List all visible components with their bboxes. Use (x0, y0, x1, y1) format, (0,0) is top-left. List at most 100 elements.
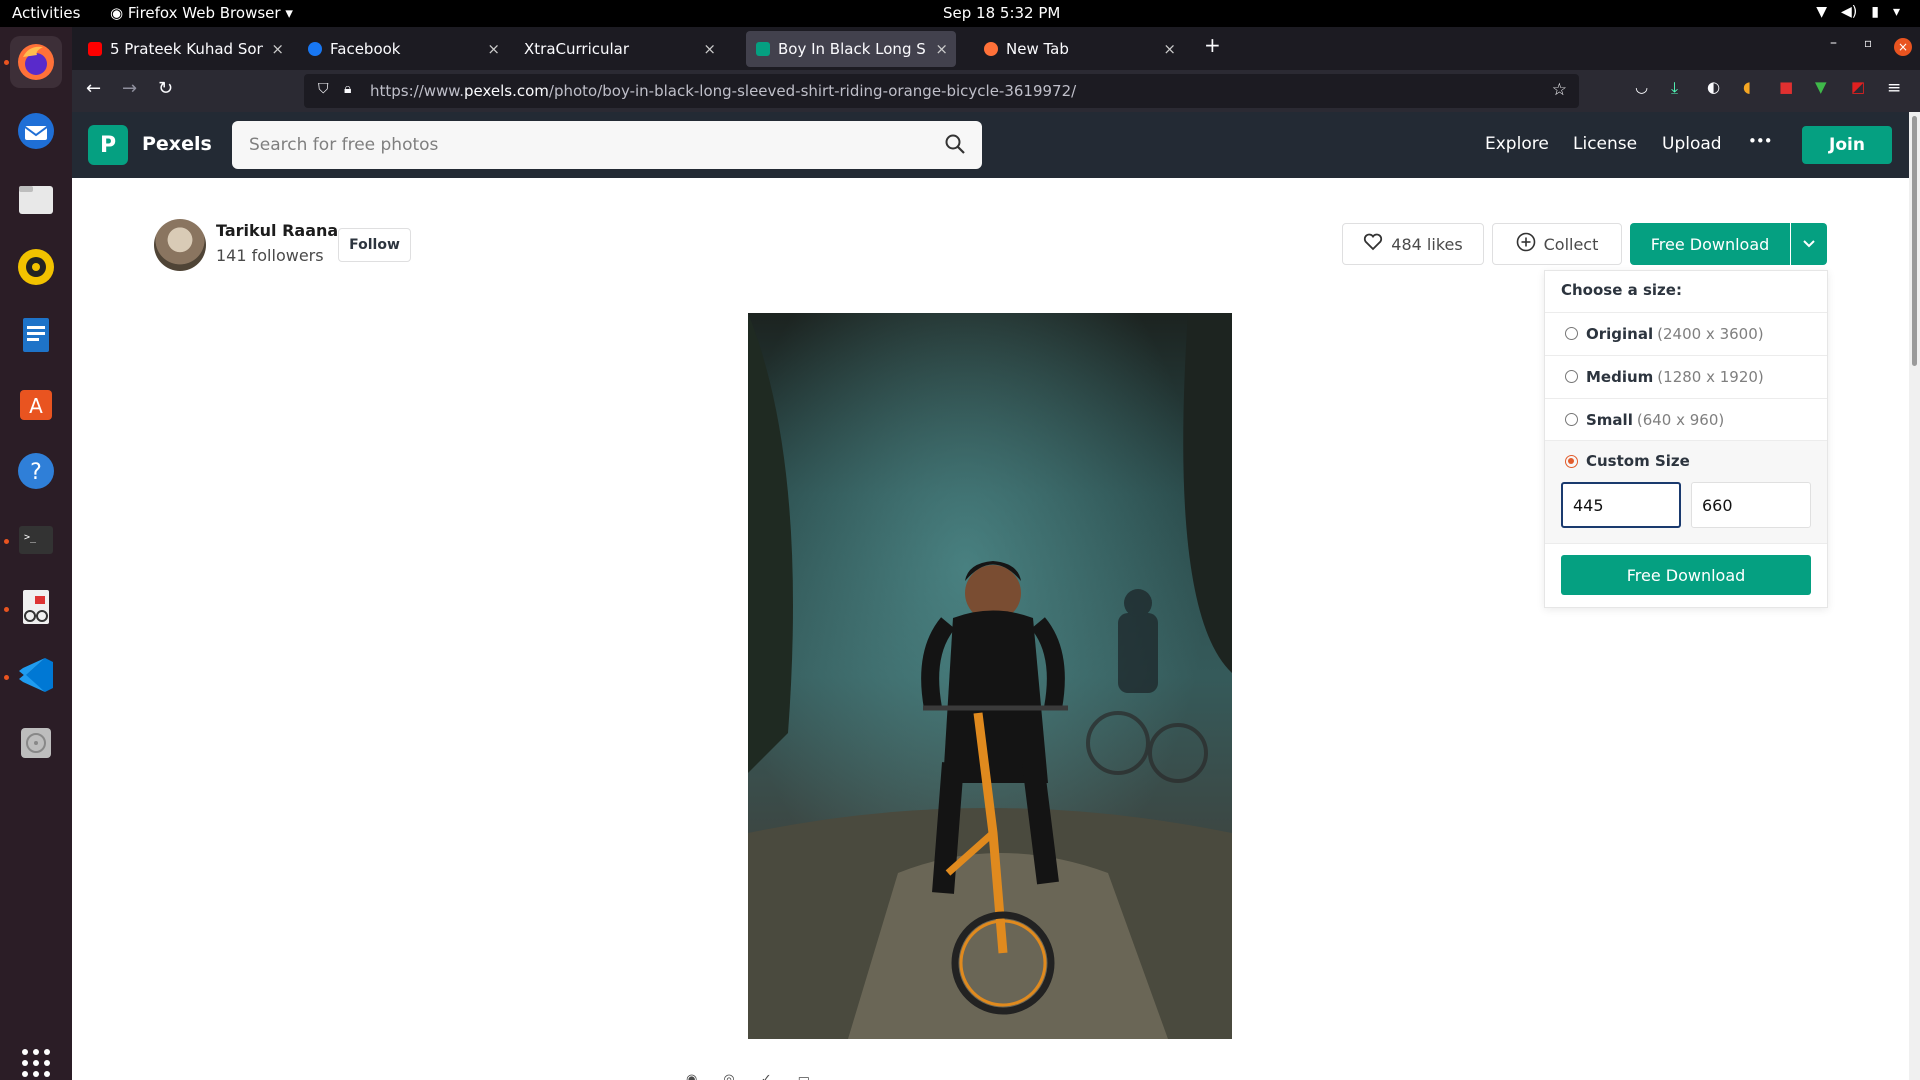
extension-4-icon[interactable]: ◩ (1851, 78, 1865, 96)
firefox-small-icon: ◉ (110, 4, 124, 22)
size-header: Choose a size: (1561, 281, 1682, 299)
hamburger-menu-icon[interactable]: ≡ (1887, 78, 1901, 98)
scrollbar-thumb[interactable] (1912, 116, 1917, 366)
search-input[interactable]: Search for free photos (232, 121, 982, 169)
custom-width-input[interactable]: 445 (1561, 482, 1681, 528)
tab-facebook[interactable]: Facebook × (298, 31, 508, 67)
reload-icon[interactable]: ↻ (158, 78, 173, 99)
clock[interactable]: Sep 18 5:32 PM (943, 4, 1060, 22)
pexels-favicon-icon (756, 42, 770, 56)
volume-icon: ◀) (1841, 4, 1858, 20)
writer-icon[interactable] (10, 309, 62, 361)
facebook-icon (308, 42, 322, 56)
custom-height-input[interactable]: 660 (1691, 482, 1811, 528)
help-icon[interactable]: ? (10, 445, 62, 497)
size-option-original[interactable]: Original (2400 x 3600) (1545, 312, 1827, 354)
close-tab-icon[interactable]: × (935, 40, 948, 58)
tracking-shield-icon[interactable]: ⛉ (318, 81, 329, 97)
join-button[interactable]: Join (1802, 126, 1892, 164)
back-icon[interactable]: ← (86, 78, 101, 99)
radio-button[interactable] (1565, 413, 1578, 426)
svg-text:?: ? (30, 460, 42, 485)
bookmark-star-icon[interactable]: ☆ (1552, 80, 1567, 100)
nav-license[interactable]: License (1573, 134, 1637, 154)
minimize-icon[interactable]: – (1830, 35, 1837, 51)
tab-youtube[interactable]: 5 Prateek Kuhad Songs fo × (78, 31, 292, 67)
system-tray[interactable]: ▼ ◀) ▮ ▾ (1816, 4, 1900, 20)
firefox-icon[interactable] (10, 36, 62, 88)
pocket-icon[interactable]: ◡ (1635, 78, 1648, 96)
terminal-icon[interactable]: >_ (10, 513, 62, 565)
vscode-icon[interactable] (10, 649, 62, 701)
software-center-icon[interactable]: A (10, 377, 62, 429)
firefox-favicon-icon (984, 42, 998, 56)
url-text[interactable]: https://www.pexels.com/photo/boy-in-blac… (370, 82, 1076, 100)
close-tab-icon[interactable]: × (1163, 40, 1176, 58)
brand-name[interactable]: Pexels (142, 133, 212, 155)
avatar[interactable] (154, 219, 206, 271)
search-icon[interactable] (944, 133, 966, 159)
rhythmbox-icon[interactable] (10, 241, 62, 293)
close-window-icon[interactable]: × (1894, 38, 1912, 56)
free-download-button[interactable]: Free Download (1630, 223, 1790, 265)
url-bar[interactable]: ⛉ 🔒︎ https://www.pexels.com/photo/boy-in… (304, 74, 1579, 108)
page-scrollbar[interactable] (1909, 112, 1920, 1080)
navigation-toolbar: ← → ↻ ⛉ 🔒︎ https://www.pexels.com/photo/… (72, 70, 1920, 112)
pexels-logo[interactable]: P (88, 125, 128, 165)
tab-label: Boy In Black Long Sleeve (778, 40, 927, 58)
tab-strip: 5 Prateek Kuhad Songs fo × Facebook × Xt… (72, 27, 1920, 70)
tab-new-tab[interactable]: New Tab × (974, 31, 1184, 67)
forward-icon[interactable]: → (122, 78, 137, 99)
license-stat: ✓ (760, 1072, 772, 1080)
tab-xtracurricular[interactable]: XtraCurricular × (514, 31, 724, 67)
chevron-down-icon: ▾ (285, 4, 293, 22)
downloads-icon[interactable]: ⤓ (1671, 78, 1678, 98)
radio-button[interactable] (1565, 327, 1578, 340)
free-download-custom-button[interactable]: Free Download (1561, 555, 1811, 595)
svg-text:>_: >_ (24, 532, 37, 543)
battery-icon: ▮ (1871, 4, 1879, 20)
power-icon: ▾ (1892, 4, 1900, 20)
chevron-down-icon (1802, 235, 1816, 253)
activities-button[interactable]: Activities (12, 4, 80, 22)
size-option-custom[interactable]: Custom Size (1545, 440, 1827, 482)
new-tab-plus-icon[interactable]: + (1204, 33, 1221, 57)
radio-button-selected[interactable] (1565, 454, 1578, 468)
thunderbird-icon[interactable] (10, 105, 62, 157)
author-name[interactable]: Tarikul Raana (216, 221, 338, 240)
lock-icon[interactable]: 🔒︎ (344, 81, 351, 97)
photo-stats-row: ◉ ◎ ✓ ▭ (686, 1072, 810, 1080)
size-dropdown: Choose a size: Original (2400 x 3600) Me… (1544, 270, 1828, 608)
youtube-icon (88, 42, 102, 56)
close-tab-icon[interactable]: × (271, 40, 284, 58)
follow-button[interactable]: Follow (338, 228, 411, 262)
more-menu-icon[interactable]: ••• (1748, 132, 1773, 150)
extension-3-icon[interactable]: ▼ (1815, 78, 1827, 96)
maximize-icon[interactable]: ▫ (1864, 36, 1872, 50)
radio-button[interactable] (1565, 370, 1578, 383)
dock: A ? >_ (0, 27, 72, 1080)
views-stat: ◉ (686, 1072, 698, 1080)
main-photo[interactable] (748, 313, 1232, 1039)
close-tab-icon[interactable]: × (487, 40, 500, 58)
files-icon[interactable] (10, 173, 62, 225)
document-viewer-icon[interactable] (10, 581, 62, 633)
collect-label: Collect (1543, 234, 1599, 254)
app-menu[interactable]: ◉ Firefox Web Browser ▾ (110, 4, 293, 22)
download-options-button[interactable] (1791, 223, 1827, 265)
nav-explore[interactable]: Explore (1485, 134, 1549, 154)
nav-upload[interactable]: Upload (1662, 134, 1722, 154)
close-tab-icon[interactable]: × (703, 40, 716, 58)
size-option-small[interactable]: Small (640 x 960) (1545, 398, 1827, 440)
extension-1-icon[interactable]: ◖ (1743, 78, 1751, 96)
tab-pexels[interactable]: Boy In Black Long Sleeve × (746, 31, 956, 67)
collect-button[interactable]: Collect (1492, 223, 1622, 265)
extension-2-icon[interactable]: ■ (1779, 78, 1793, 96)
size-option-medium[interactable]: Medium (1280 x 1920) (1545, 355, 1827, 397)
account-icon[interactable]: ◐ (1707, 78, 1720, 96)
show-applications-icon[interactable] (10, 1037, 62, 1080)
likes-count: 484 likes (1391, 234, 1463, 254)
site-header: P Pexels Search for free photos Explore … (72, 112, 1909, 178)
like-button[interactable]: 484 likes (1342, 223, 1484, 265)
disk-utility-icon[interactable] (10, 717, 62, 769)
